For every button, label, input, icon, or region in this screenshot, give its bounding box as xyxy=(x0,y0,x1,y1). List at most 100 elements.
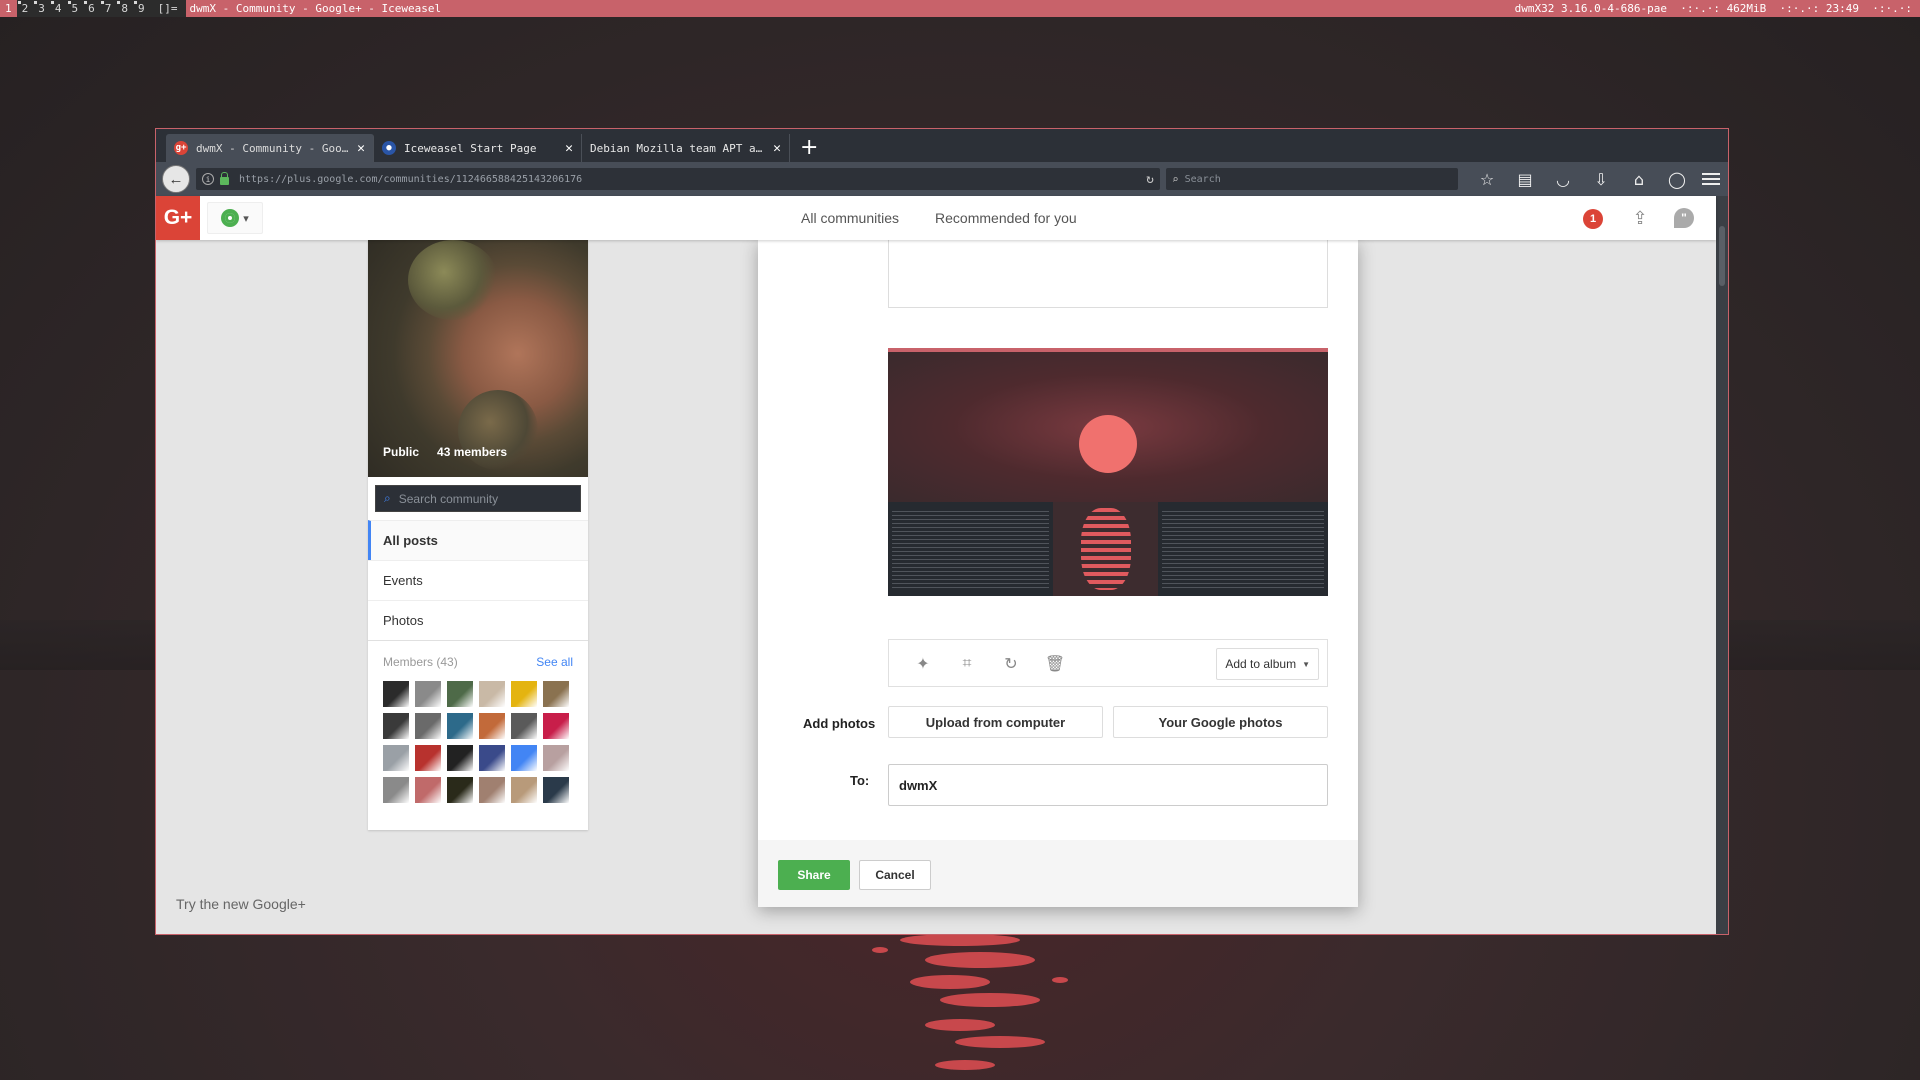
member-avatar[interactable] xyxy=(383,745,409,771)
nav-recommended[interactable]: Recommended for you xyxy=(935,210,1077,226)
community-member-count[interactable]: 43 members xyxy=(437,445,507,459)
community-search-input[interactable]: ⌕ Search community xyxy=(375,485,581,512)
photo-terminal-right xyxy=(1158,502,1328,596)
member-avatar[interactable] xyxy=(415,777,441,803)
bookmark-star-icon[interactable]: ☆ xyxy=(1468,170,1506,189)
delete-icon[interactable]: 🗑 xyxy=(1033,654,1077,673)
member-avatar[interactable] xyxy=(511,777,537,803)
member-avatar[interactable] xyxy=(447,745,473,771)
member-avatar[interactable] xyxy=(447,681,473,707)
page-content: G+ ▾ All communities Recommended for you… xyxy=(156,196,1716,934)
member-avatar[interactable] xyxy=(479,681,505,707)
reading-list-icon[interactable]: ▤ xyxy=(1506,170,1544,189)
chat-bubble-icon[interactable]: ◯ xyxy=(1658,170,1696,189)
member-avatar[interactable] xyxy=(415,713,441,739)
auto-enhance-icon[interactable]: ✦ xyxy=(901,654,945,673)
dwm-window-title: dwmX - Community - Google+ - Iceweasel xyxy=(185,0,1507,17)
close-tab-icon[interactable]: ✕ xyxy=(565,141,573,156)
upload-from-computer-button[interactable]: Upload from computer xyxy=(888,706,1103,738)
close-tab-icon[interactable]: ✕ xyxy=(773,141,781,156)
dwm-tag-8[interactable]: 8 xyxy=(116,0,133,17)
community-nav-all-posts[interactable]: All posts xyxy=(368,520,588,560)
member-avatar[interactable] xyxy=(383,681,409,707)
members-label: Members (43) xyxy=(383,655,458,669)
member-avatar[interactable] xyxy=(415,681,441,707)
wallpaper-sun-reflection xyxy=(872,934,1068,1070)
dwm-tag-1[interactable]: 1 xyxy=(0,0,17,17)
member-avatar[interactable] xyxy=(543,713,569,739)
search-input[interactable]: ⌕ Search xyxy=(1166,168,1458,190)
members-header: Members (43) See all xyxy=(383,655,573,669)
home-icon[interactable]: ⌂ xyxy=(1620,170,1658,189)
close-tab-icon[interactable]: ✕ xyxy=(357,141,365,156)
dwm-tag-5[interactable]: 5 xyxy=(67,0,84,17)
add-to-album-label: Add to album xyxy=(1225,657,1297,671)
member-avatar[interactable] xyxy=(511,713,537,739)
your-google-photos-button[interactable]: Your Google photos xyxy=(1113,706,1328,738)
new-tab-button[interactable]: + xyxy=(790,134,828,162)
share-icon[interactable]: ⇪ xyxy=(1629,208,1651,228)
dwm-tag-4[interactable]: 4 xyxy=(50,0,67,17)
add-to-album-button[interactable]: Add to album ▼ xyxy=(1216,648,1319,680)
nav-all-communities[interactable]: All communities xyxy=(801,210,899,226)
crop-icon[interactable]: ⌗ xyxy=(945,653,989,673)
member-avatar[interactable] xyxy=(383,713,409,739)
member-avatar[interactable] xyxy=(511,745,537,771)
member-avatar[interactable] xyxy=(479,777,505,803)
member-avatar[interactable] xyxy=(447,713,473,739)
dwm-tag-6[interactable]: 6 xyxy=(83,0,100,17)
cancel-button[interactable]: Cancel xyxy=(859,860,931,890)
post-text-area[interactable] xyxy=(888,240,1328,308)
rotate-icon[interactable]: ↻ xyxy=(989,654,1033,673)
see-all-link[interactable]: See all xyxy=(536,655,573,669)
tab-iceweasel-start[interactable]: ● Iceweasel Start Page ✕ xyxy=(374,134,582,162)
share-button[interactable]: Share xyxy=(778,860,850,890)
tab-label: dwmX - Community - Googl… xyxy=(196,141,352,155)
tab-gplus-community[interactable]: g+ dwmX - Community - Googl… ✕ xyxy=(166,134,374,162)
pocket-icon[interactable]: ◡ xyxy=(1544,170,1582,189)
member-avatar[interactable] xyxy=(543,777,569,803)
photo-status-bar xyxy=(888,348,1328,352)
member-avatar[interactable] xyxy=(543,681,569,707)
members-section: Members (43) See all xyxy=(368,640,588,803)
member-avatar[interactable] xyxy=(383,777,409,803)
member-avatar[interactable] xyxy=(479,713,505,739)
community-switcher[interactable]: ▾ xyxy=(207,202,263,234)
page-scrollbar[interactable] xyxy=(1716,196,1728,934)
download-icon[interactable]: ⇩ xyxy=(1582,170,1620,189)
community-nav-photos[interactable]: Photos xyxy=(368,600,588,640)
share-to-field[interactable]: dwmX xyxy=(888,764,1328,806)
photo-reflection xyxy=(1053,502,1158,596)
to-label: To: xyxy=(850,773,870,788)
communities-icon xyxy=(221,209,240,227)
iceweasel-favicon-icon: ● xyxy=(382,141,396,155)
dwm-tag-3[interactable]: 3 xyxy=(33,0,50,17)
dwm-status-bar: 123456789 []= dwmX - Community - Google+… xyxy=(0,0,1920,17)
dwm-tag-2[interactable]: 2 xyxy=(17,0,34,17)
attached-photo[interactable] xyxy=(888,348,1328,596)
dwm-tag-7[interactable]: 7 xyxy=(100,0,117,17)
search-icon: ⌕ xyxy=(384,491,391,505)
dwm-status-text: dwmX32 3.16.0-4-686-pae ·:·.·: 462MiB ·:… xyxy=(1506,0,1920,17)
member-avatar[interactable] xyxy=(543,745,569,771)
url-bar[interactable]: i https://plus.google.com/communities/11… xyxy=(196,168,1160,190)
community-nav-events[interactable]: Events xyxy=(368,560,588,600)
gplus-logo[interactable]: G+ xyxy=(156,196,200,240)
member-avatar[interactable] xyxy=(511,681,537,707)
url-text[interactable]: https://plus.google.com/communities/1124… xyxy=(239,174,1146,185)
info-icon[interactable]: i xyxy=(202,173,214,185)
hangouts-icon[interactable]: " xyxy=(1674,208,1694,228)
member-avatar[interactable] xyxy=(479,745,505,771)
try-new-gplus-link[interactable]: Try the new Google+ xyxy=(176,896,306,912)
back-button[interactable]: ← xyxy=(162,165,190,193)
dwm-layout-indicator[interactable]: []= xyxy=(150,0,186,17)
scrollbar-thumb[interactable] xyxy=(1719,226,1725,286)
member-avatar[interactable] xyxy=(415,745,441,771)
member-avatar[interactable] xyxy=(447,777,473,803)
tab-debian-mozilla[interactable]: Debian Mozilla team APT arch… ✕ xyxy=(582,134,790,162)
reload-icon[interactable]: ↻ xyxy=(1146,172,1154,187)
photo-sun xyxy=(1079,415,1137,473)
dwm-tag-9[interactable]: 9 xyxy=(133,0,150,17)
notification-badge[interactable]: 1 xyxy=(1583,209,1603,229)
menu-icon[interactable] xyxy=(1702,173,1720,185)
